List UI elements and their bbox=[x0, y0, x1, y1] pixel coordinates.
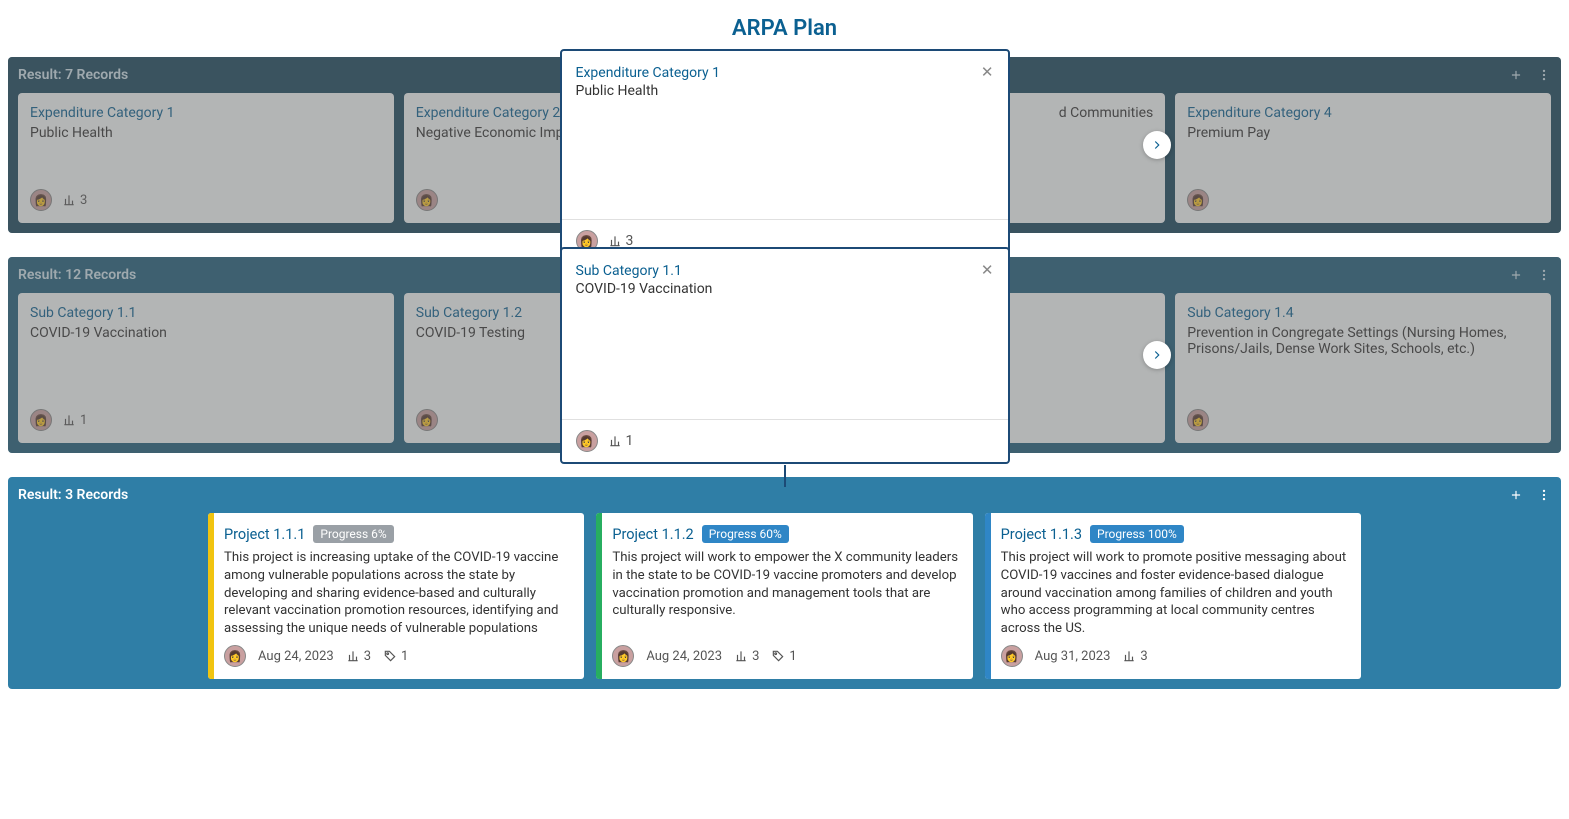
card-subtitle: COVID-19 Vaccination bbox=[30, 325, 382, 341]
card-footer: 👩 3 bbox=[30, 189, 382, 211]
connector-line bbox=[784, 465, 786, 487]
more-menu-icon[interactable] bbox=[1537, 488, 1551, 502]
project-description: This project will work to empower the X … bbox=[612, 549, 960, 620]
subcategory-detail-popup: Sub Category 1.1 COVID-19 Vaccination ✕ … bbox=[560, 247, 1010, 464]
avatar-icon: 👩 bbox=[1187, 189, 1209, 211]
project-description: This project is increasing uptake of the… bbox=[224, 549, 572, 637]
chart-count: 3 bbox=[346, 649, 371, 664]
project-date: Aug 24, 2023 bbox=[646, 649, 722, 664]
chart-count: 3 bbox=[62, 193, 87, 208]
tag-count: 1 bbox=[383, 649, 408, 664]
subcategory-card[interactable]: Sub Category 1.1 COVID-19 Vaccination 👩 … bbox=[18, 293, 394, 443]
popup-subtitle: COVID-19 Vaccination bbox=[576, 281, 713, 297]
card-title: Expenditure Category 4 bbox=[1187, 105, 1539, 121]
progress-badge: Progress 100% bbox=[1090, 525, 1184, 543]
project-date: Aug 31, 2023 bbox=[1035, 649, 1111, 664]
add-button[interactable] bbox=[1509, 68, 1523, 82]
progress-badge: Progress 6% bbox=[313, 525, 393, 543]
card-title: Sub Category 1.4 bbox=[1187, 305, 1539, 321]
tag-count-value: 1 bbox=[789, 649, 796, 664]
card-subtitle: Premium Pay bbox=[1187, 125, 1539, 141]
project-stripe bbox=[596, 513, 602, 679]
project-footer: 👩 Aug 24, 2023 3 1 bbox=[224, 637, 572, 667]
chart-count-value: 1 bbox=[80, 413, 87, 428]
avatar-icon: 👩 bbox=[576, 430, 598, 452]
avatar-icon: 👩 bbox=[1001, 645, 1023, 667]
tag-count: 1 bbox=[771, 649, 796, 664]
chart-count: 3 bbox=[1122, 649, 1147, 664]
projects-row: Project 1.1.1 Progress 6% This project i… bbox=[18, 513, 1551, 679]
card-subtitle: Public Health bbox=[30, 125, 382, 141]
tag-count-value: 1 bbox=[401, 649, 408, 664]
popup-title: Expenditure Category 1 bbox=[576, 65, 720, 81]
expenditure-card[interactable]: Expenditure Category 4 Premium Pay 👩 bbox=[1175, 93, 1551, 223]
chart-count: 1 bbox=[62, 413, 87, 428]
scroll-right-button[interactable] bbox=[1143, 341, 1171, 369]
project-stripe bbox=[985, 513, 991, 679]
page-title: ARPA Plan bbox=[8, 16, 1561, 41]
lane-expenditures: Result: 7 Records Expenditure Category 1… bbox=[8, 57, 1561, 233]
avatar-icon: 👩 bbox=[612, 645, 634, 667]
progress-badge: Progress 60% bbox=[702, 525, 789, 543]
project-stripe bbox=[208, 513, 214, 679]
avatar-icon: 👩 bbox=[1187, 409, 1209, 431]
chart-count-value: 3 bbox=[752, 649, 759, 664]
project-title: Project 1.1.2 bbox=[612, 526, 693, 543]
add-button[interactable] bbox=[1509, 268, 1523, 282]
close-icon[interactable]: ✕ bbox=[981, 65, 994, 80]
project-date: Aug 24, 2023 bbox=[258, 649, 334, 664]
scroll-right-button[interactable] bbox=[1143, 131, 1171, 159]
avatar-icon: 👩 bbox=[416, 409, 438, 431]
chart-count-value: 3 bbox=[1140, 649, 1147, 664]
chart-count: 3 bbox=[734, 649, 759, 664]
avatar-icon: 👩 bbox=[416, 189, 438, 211]
card-subtitle: Prevention in Congregate Settings (Nursi… bbox=[1187, 325, 1539, 357]
project-description: This project will work to promote positi… bbox=[1001, 549, 1349, 637]
project-title: Project 1.1.1 bbox=[224, 526, 305, 543]
popup-subtitle: Public Health bbox=[576, 83, 720, 99]
lane-expenditures-title: Result: 7 Records bbox=[18, 67, 128, 83]
avatar-icon: 👩 bbox=[30, 189, 52, 211]
avatar-icon: 👩 bbox=[224, 645, 246, 667]
project-card[interactable]: Project 1.1.3 Progress 100% This project… bbox=[985, 513, 1361, 679]
chart-count-value: 3 bbox=[80, 193, 87, 208]
popup-title: Sub Category 1.1 bbox=[576, 263, 713, 279]
close-icon[interactable]: ✕ bbox=[981, 263, 994, 278]
expenditure-card[interactable]: Expenditure Category 1 Public Health 👩 3 bbox=[18, 93, 394, 223]
expenditure-detail-popup: Expenditure Category 1 Public Health ✕ 👩… bbox=[560, 49, 1010, 264]
project-card[interactable]: Project 1.1.1 Progress 6% This project i… bbox=[208, 513, 584, 679]
lane-subcategories: Result: 12 Records Sub Category 1.1 COVI… bbox=[8, 257, 1561, 453]
lane-projects: Result: 3 Records Project 1.1.1 Progress… bbox=[8, 477, 1561, 689]
subcategory-card[interactable]: Sub Category 1.4 Prevention in Congregat… bbox=[1175, 293, 1551, 443]
more-menu-icon[interactable] bbox=[1537, 268, 1551, 282]
chart-count-value: 3 bbox=[364, 649, 371, 664]
card-title: Expenditure Category 1 bbox=[30, 105, 382, 121]
chart-count-value: 1 bbox=[626, 433, 634, 449]
project-card[interactable]: Project 1.1.2 Progress 60% This project … bbox=[596, 513, 972, 679]
more-menu-icon[interactable] bbox=[1537, 68, 1551, 82]
card-title: Sub Category 1.1 bbox=[30, 305, 382, 321]
lane-projects-title: Result: 3 Records bbox=[18, 487, 128, 503]
lane-subcategories-title: Result: 12 Records bbox=[18, 267, 136, 283]
add-button[interactable] bbox=[1509, 488, 1523, 502]
avatar-icon: 👩 bbox=[30, 409, 52, 431]
project-title: Project 1.1.3 bbox=[1001, 526, 1082, 543]
chart-count: 1 bbox=[608, 433, 634, 449]
